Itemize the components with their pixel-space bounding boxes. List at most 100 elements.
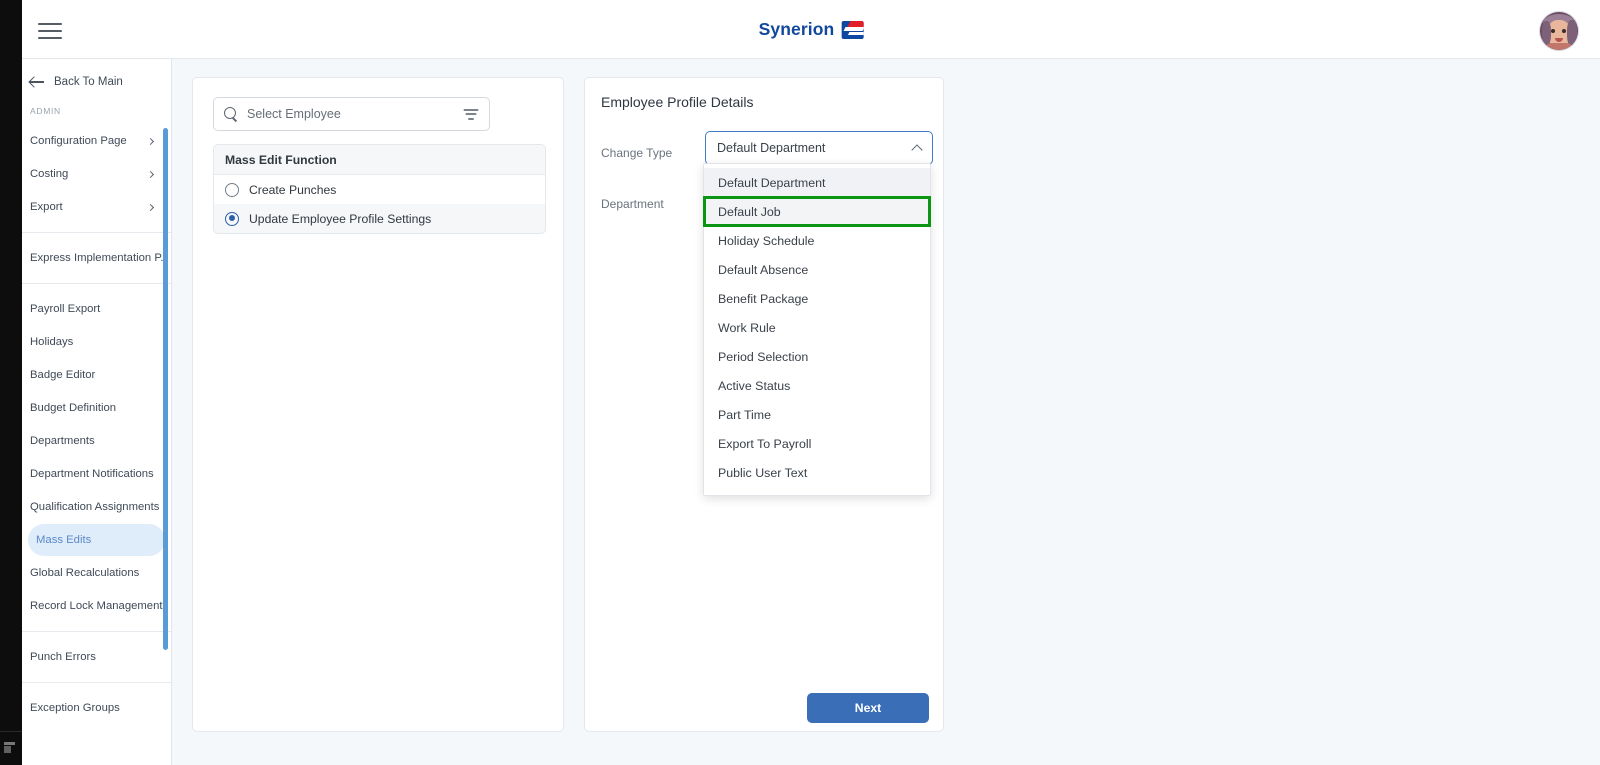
brand-name: Synerion (758, 19, 835, 39)
sidebar-item-configuration-page[interactable]: Configuration Page (22, 125, 165, 157)
arrow-left-icon (30, 75, 45, 88)
sidebar-item-label: Record Lock Management (30, 600, 163, 612)
mass-edit-option-label: Update Employee Profile Settings (249, 211, 432, 226)
sidebar-item-departments[interactable]: Departments (22, 425, 165, 457)
change-type-selected-value: Default Department (717, 141, 826, 155)
sidebar-item-record-lock-management[interactable]: Record Lock Management (22, 590, 165, 622)
sidebar-item-label: Export (30, 201, 63, 213)
sidebar-item-label: Express Implementation P... (30, 252, 165, 264)
mass-edit-option-list: Create Punches Update Employee Profile Se… (214, 175, 545, 233)
sidebar-group: Configuration Page Costing Export (22, 122, 171, 226)
sidebar-item-punch-errors[interactable]: Punch Errors (22, 641, 165, 673)
sidebar-item-badge-editor[interactable]: Badge Editor (22, 359, 165, 391)
dropdown-option-default-job[interactable]: Default Job (703, 196, 931, 227)
hamburger-line (38, 23, 62, 25)
department-label: Department (601, 197, 664, 211)
sidebar-group: Express Implementation P... (22, 239, 171, 277)
sidebar-item-payroll-export[interactable]: Payroll Export (22, 293, 165, 325)
dropdown-option-default-department[interactable]: Default Department (704, 168, 930, 197)
employee-profile-details-panel: Employee Profile Details Change Type Dep… (584, 77, 944, 732)
avatar-torso (1544, 43, 1574, 50)
filter-line (465, 113, 477, 115)
mass-edit-option-row[interactable]: Create Punches (214, 175, 545, 204)
dropdown-option-public-user-text[interactable]: Public User Text (704, 458, 930, 487)
hamburger-line (38, 37, 62, 39)
dropdown-option-part-time[interactable]: Part Time (704, 400, 930, 429)
sidebar-item-label: Payroll Export (30, 303, 101, 315)
chevron-right-icon (146, 170, 155, 178)
os-left-strip (0, 0, 22, 765)
avatar-eye (1551, 29, 1555, 33)
left-sidebar: Back To Main ADMIN Configuration Page Cos… (22, 59, 172, 765)
app-header: Synerion (22, 4, 1600, 59)
avatar-eye (1562, 29, 1566, 33)
change-type-select[interactable]: Default Department (705, 131, 933, 165)
sidebar-group: Exception Groups (22, 689, 171, 727)
sidebar-group: Punch Errors (22, 638, 171, 676)
avatar-hair-left (1542, 21, 1551, 45)
next-button[interactable]: Next (807, 693, 929, 723)
dropdown-option-work-rule[interactable]: Work Rule (704, 313, 930, 342)
synerion-logo-icon (841, 20, 864, 39)
mass-edit-function-header: Mass Edit Function (214, 145, 545, 175)
sidebar-scrollbar[interactable] (163, 128, 168, 650)
sidebar-item-department-notifications[interactable]: Department Notifications (22, 458, 165, 490)
change-type-dropdown-list[interactable]: Default Department Default Job Holiday Sch… (703, 163, 931, 496)
sidebar-item-label: Mass Edits (36, 534, 92, 546)
filter-icon[interactable] (463, 108, 479, 121)
mass-edit-option-label: Create Punches (249, 182, 337, 197)
app-root: Synerion Back To Main ADMIN Configuratio… (0, 0, 1600, 765)
hamburger-menu-icon[interactable] (34, 16, 66, 46)
logo-white-stripe (843, 26, 864, 30)
sidebar-item-label: Costing (30, 168, 69, 180)
os-tray-icon[interactable] (4, 742, 15, 753)
radio-button[interactable] (225, 182, 239, 197)
dropdown-option-default-absence[interactable]: Default Absence (704, 255, 930, 284)
sidebar-item-label: Qualification Assignments (30, 501, 160, 513)
sidebar-item-label: Badge Editor (30, 369, 96, 381)
dropdown-option-active-status[interactable]: Active Status (704, 371, 930, 400)
sidebar-section-title: ADMIN (30, 106, 61, 116)
employee-selection-panel: Select Employee Mass Edit Function Creat… (192, 77, 564, 732)
sidebar-divider (22, 631, 171, 632)
filter-line (463, 108, 479, 111)
sidebar-item-label: Budget Definition (30, 402, 117, 414)
back-to-main-label: Back To Main (54, 75, 123, 88)
sidebar-divider (22, 682, 171, 683)
sidebar-item-holidays[interactable]: Holidays (22, 326, 165, 358)
user-avatar[interactable] (1540, 12, 1578, 50)
sidebar-item-express-implementation-p[interactable]: Express Implementation P... (22, 242, 165, 274)
sidebar-item-export[interactable]: Export (22, 191, 165, 223)
sidebar-item-costing[interactable]: Costing (22, 158, 165, 190)
mass-edit-option-row[interactable]: Update Employee Profile Settings (214, 204, 545, 233)
os-strip-divider (0, 731, 22, 732)
dropdown-options: Default Department Default Job Holiday Sch… (703, 168, 931, 487)
hamburger-line (38, 30, 62, 32)
sidebar-group: Payroll Export Holidays Badge Editor Budget… (22, 290, 171, 625)
sidebar-item-label: Configuration Page (30, 135, 127, 147)
sidebar-nav: Configuration Page Costing Export Express I… (22, 122, 171, 727)
sidebar-item-label: Department Notifications (30, 468, 154, 480)
chevron-right-icon (146, 203, 155, 211)
dropdown-option-export-to-payroll[interactable]: Export To Payroll (704, 429, 930, 458)
sidebar-item-label: Global Recalculations (30, 567, 140, 579)
back-to-main-button[interactable]: Back To Main (22, 59, 171, 102)
sidebar-item-qualification-assignments[interactable]: Qualification Assignments (22, 491, 165, 523)
sidebar-item-mass-edits[interactable]: Mass Edits (28, 524, 165, 556)
dropdown-option-holiday-schedule[interactable]: Holiday Schedule (704, 226, 930, 255)
panel-title: Employee Profile Details (601, 94, 754, 110)
dropdown-option-period-selection[interactable]: Period Selection (704, 342, 930, 371)
sidebar-item-exception-groups[interactable]: Exception Groups (22, 692, 165, 724)
filter-line (468, 117, 474, 120)
chevron-up-icon (911, 144, 923, 156)
sidebar-item-budget-definition[interactable]: Budget Definition (22, 392, 165, 424)
sidebar-divider (22, 232, 171, 233)
sidebar-item-label: Departments (30, 435, 95, 447)
search-input[interactable]: Select Employee (247, 107, 463, 121)
dropdown-option-benefit-package[interactable]: Benefit Package (704, 284, 930, 313)
radio-button[interactable] (225, 211, 239, 226)
sidebar-item-label: Punch Errors (30, 651, 96, 663)
sidebar-item-global-recalculations[interactable]: Global Recalculations (22, 557, 165, 589)
search-icon (224, 107, 238, 121)
employee-search-field[interactable]: Select Employee (213, 97, 490, 131)
